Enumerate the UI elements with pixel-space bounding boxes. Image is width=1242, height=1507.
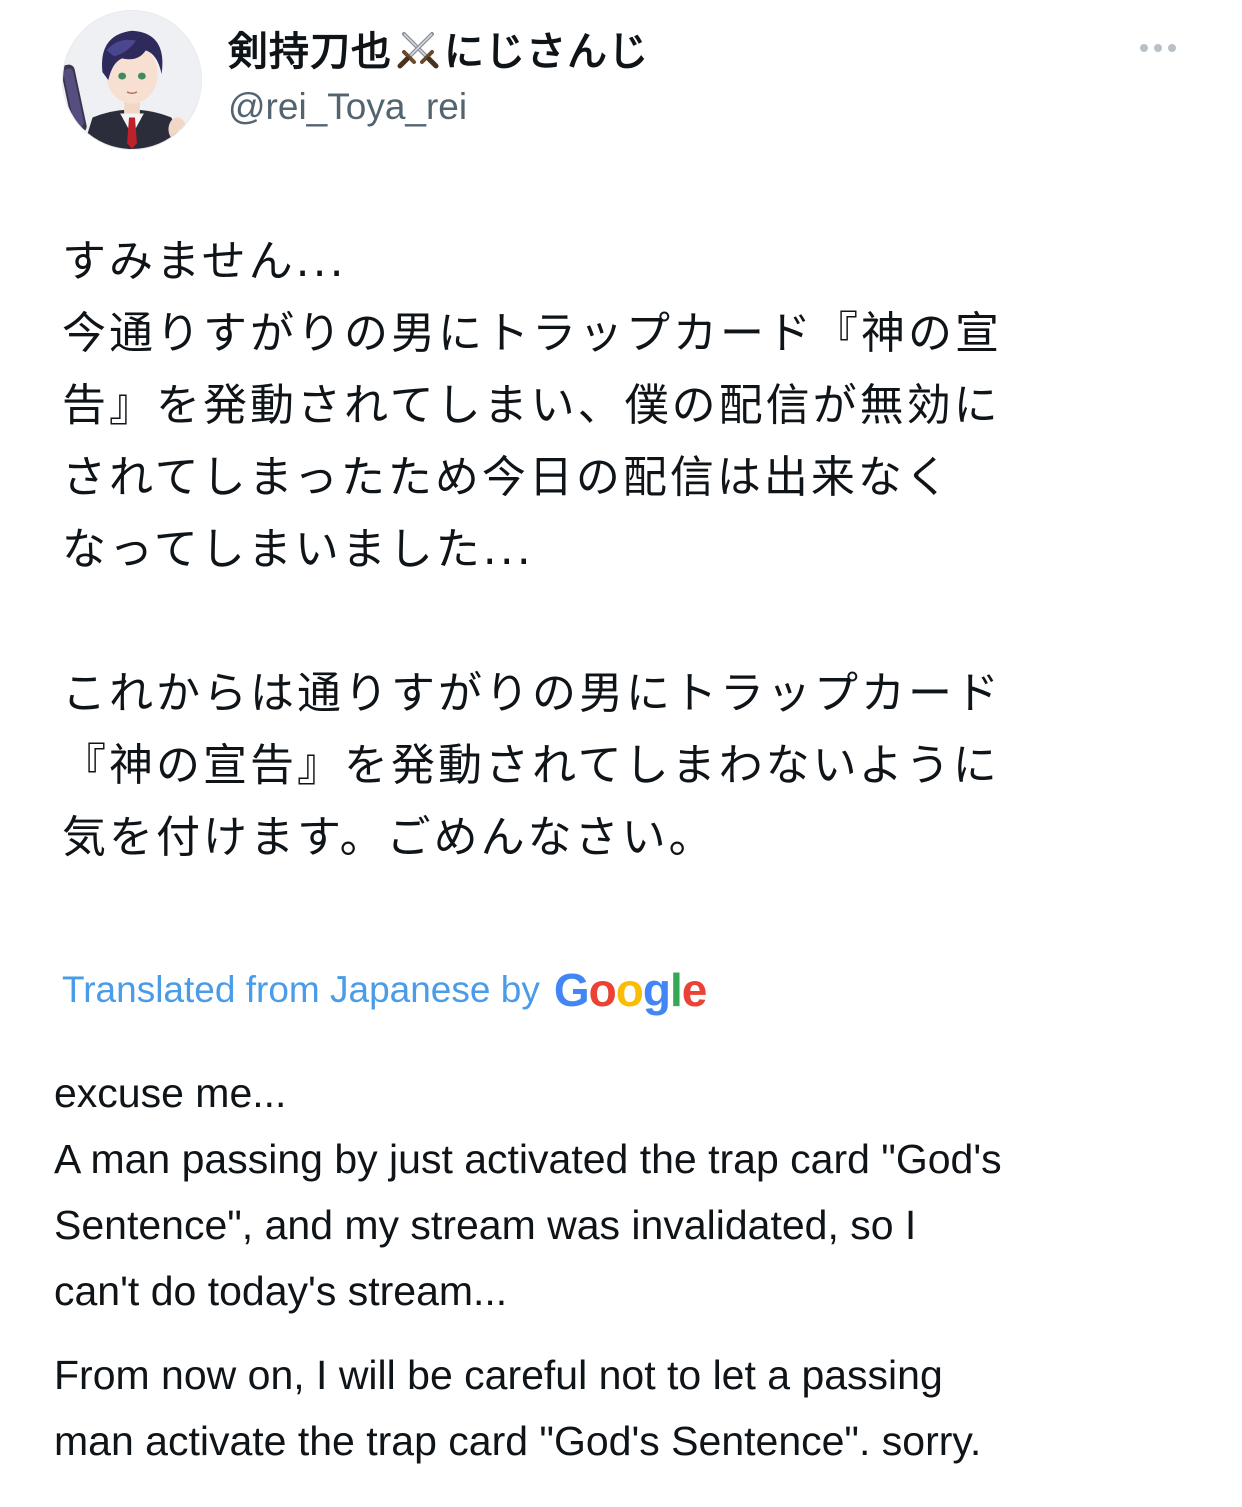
translation-label: Translated from Japanese by <box>62 969 540 1010</box>
more-horizontal-icon-dot <box>1168 44 1176 52</box>
google-logo-letter: G <box>553 964 590 1016</box>
translated-paragraph: From now on, I will be careful not to le… <box>54 1352 982 1464</box>
google-logo-letter: o <box>615 964 644 1016</box>
display-name-suffix: にじさんじ <box>444 29 649 75</box>
avatar[interactable] <box>62 10 202 150</box>
display-name-prefix: 剣持刀也 <box>228 29 392 75</box>
google-logo-letter: l <box>669 964 683 1016</box>
google-logo-letter: o <box>588 964 617 1016</box>
display-name[interactable]: 剣持刀也 にじさんじ <box>228 24 649 75</box>
avatar-image <box>63 11 201 149</box>
google-logo-letter: e <box>681 964 708 1016</box>
crossed-swords-icon <box>396 26 440 70</box>
more-horizontal-icon <box>1140 44 1148 52</box>
google-logo: Google <box>553 963 708 1017</box>
user-handle[interactable]: @rei_Toya_rei <box>228 86 467 128</box>
tweet-text: すみません... 今通りすがりの男にトラップカード『神の宣 告』を発動されてしま… <box>62 236 1002 863</box>
more-horizontal-icon-dot <box>1154 44 1162 52</box>
more-options-button[interactable] <box>1128 30 1188 66</box>
google-logo-letter: g <box>642 964 671 1016</box>
translated-text: excuse me... A man passing by just activ… <box>54 1060 1204 1474</box>
translation-attribution[interactable]: Translated from Japanese by Google <box>62 962 708 1018</box>
translated-paragraph: excuse me... A man passing by just activ… <box>54 1070 1002 1314</box>
